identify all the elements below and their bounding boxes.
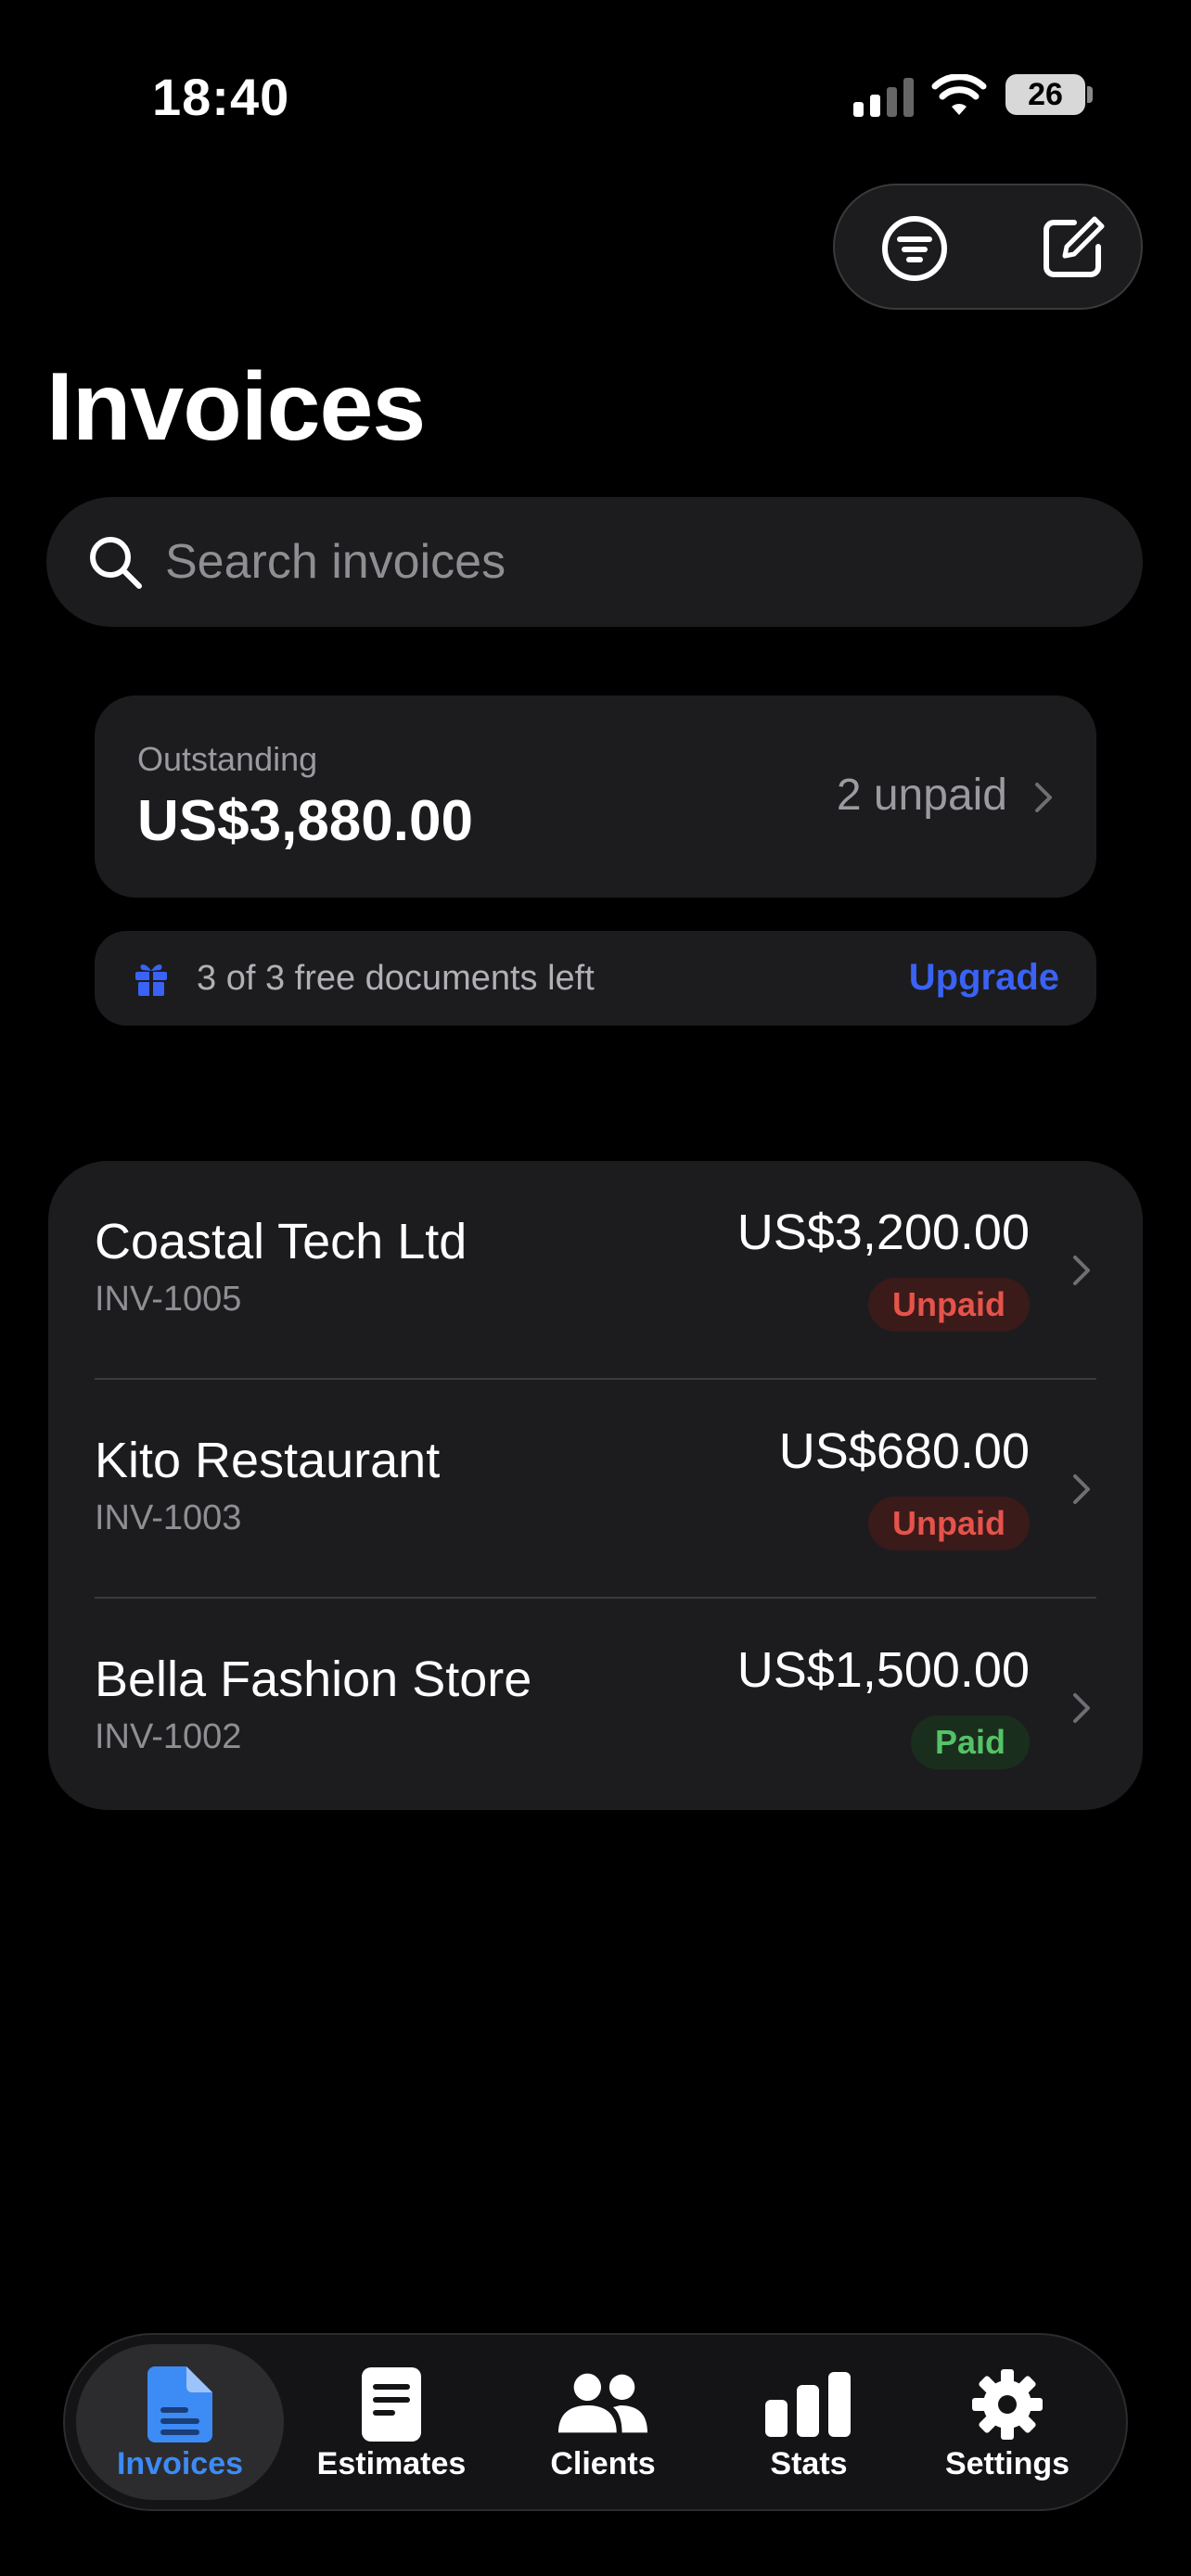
tab-label: Stats [770,2446,848,2481]
invoice-number: INV-1003 [95,1498,242,1537]
tab-invoices[interactable]: Invoices [76,2344,284,2500]
invoice-client: Bella Fashion Store [95,1651,532,1707]
chevron-right-icon [1035,783,1052,812]
tab-estimates[interactable]: Estimates [288,2344,495,2500]
battery-indicator: 26 [1005,74,1085,115]
tab-clients[interactable]: Clients [499,2344,707,2500]
tab-label: Estimates [316,2446,467,2481]
filter-button[interactable] [872,206,957,291]
search-bar[interactable] [46,497,1143,627]
invoice-number: INV-1002 [95,1717,242,1756]
tab-bar: Invoices Estimates Clients Stats Setting… [63,2333,1128,2511]
gear-icon [972,2369,1043,2440]
document-icon [147,2366,212,2442]
invoice-row[interactable]: Coastal Tech Ltd INV-1005 US$3,200.00 Un… [48,1161,1143,1378]
status-badge: Paid [910,1715,1030,1769]
search-icon [90,537,142,589]
invoice-client: Kito Restaurant [95,1433,441,1488]
tab-settings[interactable]: Settings [903,2344,1111,2500]
invoice-amount: US$3,200.00 [736,1205,1030,1260]
compose-icon [1044,216,1105,277]
new-invoice-button[interactable] [1030,206,1115,291]
top-actions [833,184,1143,310]
cellular-signal-icon [853,78,915,117]
chevron-right-icon [1073,1693,1090,1723]
estimate-icon [362,2367,421,2442]
tab-label: Clients [550,2446,656,2481]
invoice-amount: US$680.00 [778,1423,1030,1479]
search-input[interactable] [165,519,1093,605]
tab-label: Invoices [116,2446,244,2481]
wifi-icon [931,74,987,115]
free-documents-banner: 3 of 3 free documents left Upgrade [95,931,1096,1026]
invoice-number: INV-1005 [95,1280,242,1319]
page-title: Invoices [46,353,426,461]
invoice-list: Coastal Tech Ltd INV-1005 US$3,200.00 Un… [48,1161,1143,1810]
status-badge: Unpaid [868,1278,1030,1332]
free-documents-text: 3 of 3 free documents left [197,959,595,998]
people-icon [557,2373,648,2433]
status-time: 18:40 [152,68,290,126]
status-badge: Unpaid [868,1497,1030,1550]
tab-label: Settings [944,2446,1070,2481]
invoice-row[interactable]: Bella Fashion Store INV-1002 US$1,500.00… [48,1599,1143,1816]
chevron-right-icon [1073,1256,1090,1285]
battery-nub [1087,86,1093,103]
filter-icon [882,216,947,281]
tab-stats[interactable]: Stats [705,2344,913,2500]
invoice-amount: US$1,500.00 [736,1642,1030,1698]
outstanding-label: Outstanding [137,740,318,778]
unpaid-count: 2 unpaid [836,771,1007,820]
upgrade-button[interactable]: Upgrade [909,957,1059,999]
bar-chart-icon [765,2372,851,2437]
status-bar: 18:40 26 [0,0,1191,185]
outstanding-summary-card[interactable]: Outstanding US$3,880.00 2 unpaid [95,695,1096,898]
gift-icon [135,964,167,996]
invoice-client: Coastal Tech Ltd [95,1214,467,1269]
invoice-row[interactable]: Kito Restaurant INV-1003 US$680.00 Unpai… [48,1380,1143,1597]
chevron-right-icon [1073,1474,1090,1504]
outstanding-amount: US$3,880.00 [137,789,473,853]
